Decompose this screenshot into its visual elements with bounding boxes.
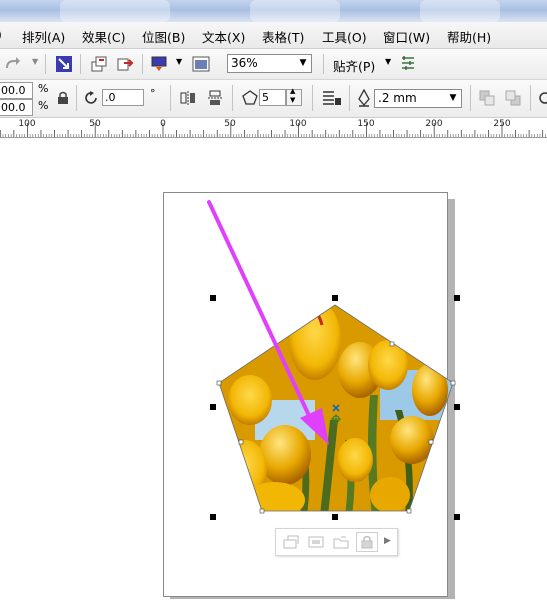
- selection-handle-bottom[interactable]: [332, 514, 338, 520]
- extract-contents-icon[interactable]: [332, 534, 350, 550]
- edit-powerclip-icon[interactable]: [282, 534, 300, 550]
- lock-contents-icon: [361, 535, 373, 549]
- selection-handle-left[interactable]: [210, 404, 216, 410]
- artwork-layer: [207, 200, 456, 514]
- more-options-arrow-icon[interactable]: ▶: [384, 536, 391, 546]
- powerclip-floating-toolbar: ▶: [275, 528, 398, 556]
- selection-handle-right[interactable]: [454, 404, 460, 410]
- lock-contents-button[interactable]: [356, 532, 378, 552]
- selection-handle-top[interactable]: [332, 295, 338, 301]
- select-contents-icon[interactable]: [307, 534, 325, 550]
- selection-handle-top-left[interactable]: [210, 295, 216, 301]
- selection-handle-bottom-left[interactable]: [210, 514, 216, 520]
- selection-handle-top-right[interactable]: [454, 295, 460, 301]
- selection-handle-bottom-right[interactable]: [454, 514, 460, 520]
